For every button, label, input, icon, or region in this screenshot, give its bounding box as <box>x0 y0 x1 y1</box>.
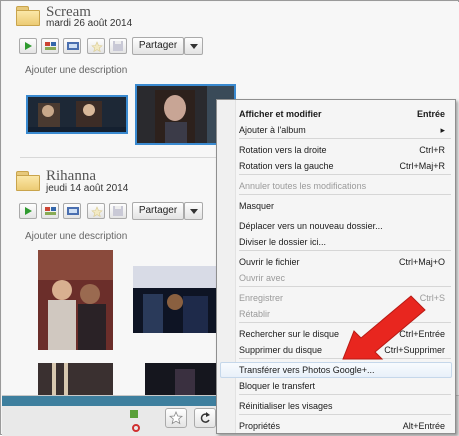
horizontal-scrollbar[interactable] <box>2 396 222 406</box>
play-icon <box>25 207 32 215</box>
menu-item-label: Rétablir <box>239 309 271 319</box>
collage-button[interactable] <box>41 203 59 219</box>
folder-icon <box>16 171 40 191</box>
concert-photo-image <box>133 266 216 333</box>
save-button[interactable] <box>109 38 127 54</box>
menu-item-masquer[interactable]: Masquer <box>239 198 447 214</box>
menu-item-label: Ouvrir avec <box>239 273 286 283</box>
photo-image <box>145 363 216 395</box>
menu-item-label: Supprimer du disque <box>239 345 323 355</box>
movie-button[interactable] <box>63 203 81 219</box>
menu-item-diviser-dossier[interactable]: Diviser le dossier ici... <box>239 234 447 250</box>
share-button[interactable]: Partager <box>132 202 184 220</box>
menu-item-label: Afficher et modifier <box>239 109 322 119</box>
menu-item-rotation-droite[interactable]: Rotation vers la droite Ctrl+R <box>239 142 447 158</box>
menu-item-proprietes[interactable]: Propriétés Alt+Entrée <box>239 418 447 434</box>
menu-item-ouvrir-fichier[interactable]: Ouvrir le fichier Ctrl+Maj+O <box>239 254 447 270</box>
menu-icon-column <box>217 100 236 433</box>
menu-item-label: Rechercher sur le disque <box>239 329 340 339</box>
remove-icon[interactable] <box>132 424 140 432</box>
menu-separator <box>239 174 451 175</box>
menu-item-label: Diviser le dossier ici... <box>239 237 327 247</box>
photo-thumbnail[interactable] <box>145 363 216 395</box>
star-button[interactable] <box>165 408 187 428</box>
play-icon <box>25 42 32 50</box>
collage-button[interactable] <box>41 38 59 54</box>
album-description-field[interactable]: Ajouter une description <box>25 231 127 242</box>
share-dropdown-button[interactable] <box>184 37 203 55</box>
photo-thumbnail[interactable] <box>38 250 113 350</box>
menu-item-label: Réinitialiser les visages <box>239 401 333 411</box>
folder-icon <box>16 6 40 26</box>
rotate-left-button[interactable] <box>194 408 216 428</box>
photo-image <box>38 363 113 395</box>
photo-thumbnail[interactable] <box>38 363 113 395</box>
film-icon <box>67 207 79 215</box>
album-date: jeudi 14 août 2014 <box>46 183 129 194</box>
rihanna-photo-image <box>38 250 113 350</box>
film-icon <box>67 42 79 50</box>
menu-item-shortcut: Ctrl+Maj+O <box>398 257 445 267</box>
menu-item-rotation-gauche[interactable]: Rotation vers la gauche Ctrl+Maj+R <box>239 158 447 174</box>
menu-item-shortcut: Entrée <box>416 109 445 119</box>
menu-item-label: Rotation vers la droite <box>239 145 327 155</box>
menu-item-shortcut: Ctrl+R <box>419 145 445 155</box>
app-window: Scream mardi 26 août 2014 Partager Ajout… <box>0 0 459 436</box>
menu-item-shortcut: Ctrl+Maj+R <box>399 161 445 171</box>
menu-item-shortcut: ▸ <box>440 125 445 135</box>
menu-item-label: Enregistrer <box>239 293 284 303</box>
save-button[interactable] <box>109 203 127 219</box>
star-icon <box>91 41 103 53</box>
menu-separator <box>239 394 451 395</box>
star-icon <box>91 206 103 218</box>
people-icon[interactable] <box>130 410 138 418</box>
menu-item-shortcut: Alt+Entrée <box>402 421 445 431</box>
collage-icon <box>45 207 56 215</box>
menu-item-reinitialiser-visages[interactable]: Réinitialiser les visages <box>239 398 447 414</box>
play-slideshow-button[interactable] <box>19 38 37 54</box>
star-button[interactable] <box>87 38 105 54</box>
context-menu: Afficher et modifier Entrée Ajouter à l'al… <box>216 99 456 434</box>
floppy-icon <box>113 41 123 51</box>
menu-item-label: Bloquer le transfert <box>239 381 316 391</box>
menu-item-label: Propriétés <box>239 421 281 431</box>
album-description-field[interactable]: Ajouter une description <box>25 65 127 76</box>
photo-thumbnail[interactable] <box>26 95 128 134</box>
menu-separator <box>239 286 451 287</box>
menu-separator <box>239 414 451 415</box>
menu-item-ajouter-album[interactable]: Ajouter à l'album ▸ <box>239 122 447 138</box>
menu-item-label: Ajouter à l'album <box>239 125 306 135</box>
menu-separator <box>239 138 451 139</box>
collage-icon <box>45 42 56 50</box>
menu-item-label: Annuler toutes les modifications <box>239 181 367 191</box>
play-slideshow-button[interactable] <box>19 203 37 219</box>
menu-separator <box>239 194 451 195</box>
floppy-icon <box>113 206 123 216</box>
menu-item-label: Déplacer vers un nouveau dossier... <box>239 221 383 231</box>
movie-button[interactable] <box>63 38 81 54</box>
menu-item-afficher-modifier[interactable]: Afficher et modifier Entrée <box>239 106 447 122</box>
album-date: mardi 26 août 2014 <box>46 18 133 29</box>
star-button[interactable] <box>87 203 105 219</box>
menu-separator <box>239 250 451 251</box>
scream-still-image <box>28 97 126 132</box>
share-button[interactable]: Partager <box>132 37 184 55</box>
menu-item-label: Masquer <box>239 201 275 211</box>
menu-item-annuler-modifications: Annuler toutes les modifications <box>239 178 447 194</box>
menu-item-label: Ouvrir le fichier <box>239 257 300 267</box>
menu-item-ouvrir-avec: Ouvrir avec <box>239 270 447 286</box>
menu-item-bloquer-transfert[interactable]: Bloquer le transfert <box>239 378 447 394</box>
star-icon <box>169 411 183 425</box>
menu-item-label: Rotation vers la gauche <box>239 161 334 171</box>
share-dropdown-button[interactable] <box>184 202 203 220</box>
annotation-arrow <box>342 295 426 360</box>
menu-item-deplacer-dossier[interactable]: Déplacer vers un nouveau dossier... <box>239 218 447 234</box>
photo-thumbnail[interactable] <box>133 266 216 333</box>
rotate-icon <box>200 412 210 423</box>
